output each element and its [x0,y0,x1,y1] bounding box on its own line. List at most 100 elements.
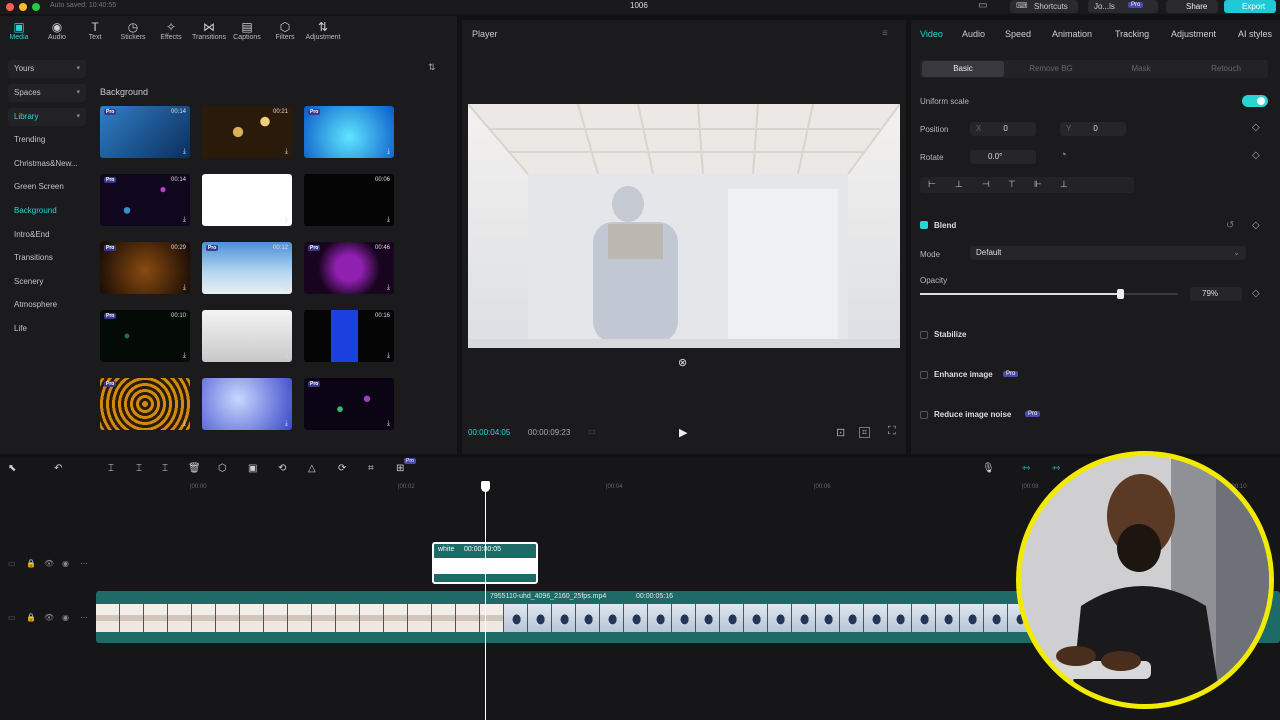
toolbar-media[interactable]: ▣ Media [0,20,38,41]
eye-icon[interactable]: 👁 [44,613,54,622]
playhead[interactable] [485,488,486,720]
background-thumbnail[interactable]: Pro 00:46 ⤓ [304,242,394,294]
download-icon[interactable]: ⤓ [285,420,288,428]
background-thumbnail[interactable]: ⤓ [202,174,292,226]
background-thumbnail[interactable]: 00:06 ⤓ [304,174,394,226]
sidebar-item-scenery[interactable]: Scenery [8,273,86,291]
background-thumbnail[interactable]: Pro 00:14 ⤓ [100,106,190,158]
menu-icon[interactable]: ≡ [882,28,888,39]
toolbar-filters[interactable]: ⬡ Filters [266,20,304,41]
toolbar-transitions[interactable]: ⋈ Transitions [190,20,228,41]
align-top-icon[interactable]: ⊤ [1008,179,1016,190]
zoom-window-button[interactable] [32,3,40,11]
align-right-icon[interactable]: ⊣ [982,179,990,190]
layout-icon[interactable]: ▭ [978,0,987,11]
keyframe-position-icon[interactable]: ◇ [1252,122,1260,133]
ratio-icon[interactable]: ⌗ [859,427,871,438]
keyframe-rotate-icon[interactable]: ◇ [1252,150,1260,161]
close-window-button[interactable] [6,3,14,11]
download-icon[interactable]: ⤓ [285,284,288,292]
sidebar-item-background[interactable]: Background [8,202,86,220]
link-icon[interactable]: ⇿ [1052,463,1060,474]
playhead-handle[interactable] [481,481,490,492]
download-icon[interactable]: ⤓ [183,420,186,428]
lock-icon[interactable]: 🔒 [26,613,36,622]
tab-video[interactable]: Video [920,29,943,39]
sidebar-item-library[interactable]: Library ▾ [8,108,86,126]
sidebar-item-spaces[interactable]: Spaces ▾ [8,84,86,102]
shortcuts-button[interactable]: ⌨ Shortcuts [1010,0,1078,13]
background-thumbnail[interactable]: Pro 00:14 ⤓ [100,174,190,226]
toolbar-text[interactable]: T Text [76,20,114,41]
subtab-mask[interactable]: Mask [1100,61,1182,77]
toolbar-stickers[interactable]: ◷ Stickers [114,20,152,41]
align-left-icon[interactable]: ⊢ [928,179,936,190]
reverse-icon[interactable]: ⟲ [278,463,286,474]
timecode-icon[interactable]: ▭ [588,427,596,436]
toolbar-audio[interactable]: ◉ Audio [38,20,76,41]
rotate-icon[interactable]: ⟳ [338,463,346,474]
crop-icon[interactable]: ⌗ [368,463,374,474]
track-cover-icon[interactable]: ▭ [8,559,16,568]
tab-animation[interactable]: Animation [1052,29,1092,39]
download-icon[interactable]: ⤓ [387,420,390,428]
reset-icon[interactable]: ↺ [1226,220,1234,231]
select-tool-icon[interactable]: ⬉ [8,463,16,474]
play-icon[interactable]: ▶ [679,426,687,439]
opacity-field[interactable]: 79% [1190,287,1242,301]
mirror-icon[interactable]: △ [308,463,316,474]
download-icon[interactable]: ⤓ [183,284,186,292]
stabilize-checkbox[interactable] [920,331,928,339]
position-x-field[interactable]: X0 [970,122,1036,136]
download-icon[interactable]: ⤓ [285,352,288,360]
sidebar-item-life[interactable]: Life [8,320,86,338]
download-icon[interactable]: ⤓ [285,148,288,156]
export-button[interactable]: Export [1224,0,1276,13]
split-right-icon[interactable]: ⌶ [162,463,168,474]
ai-tool-icon[interactable]: ⊞ [396,463,404,474]
background-thumbnail[interactable]: Pro 00:10 ⤓ [100,310,190,362]
share-button[interactable]: Share [1166,0,1218,13]
opacity-slider-thumb[interactable] [1116,289,1124,299]
download-icon[interactable]: ⤓ [387,284,390,292]
more-icon[interactable]: ⋯ [80,559,88,568]
sidebar-item-atmosphere[interactable]: Atmosphere [8,296,86,314]
background-thumbnail[interactable]: ⤓ [202,310,292,362]
sidebar-item-intro-end[interactable]: Intro&End [8,226,86,244]
download-icon[interactable]: ⤓ [183,148,186,156]
toolbar-adjustment[interactable]: ⇅ Adjustment [304,20,342,41]
sort-icon[interactable]: ⇅ [428,62,436,73]
sidebar-item-trending[interactable]: Trending [8,131,86,149]
opacity-slider[interactable] [920,289,1178,299]
position-y-field[interactable]: Y0 [1060,122,1126,136]
split-icon[interactable]: ⌶ [108,463,114,474]
mode-select[interactable]: Default ⌄ [970,246,1246,260]
keyframe-opacity-icon[interactable]: ◇ [1252,288,1260,299]
mic-icon[interactable]: 🎙 [982,463,995,474]
freeze-icon[interactable]: ▣ [248,463,257,474]
split-left-icon[interactable]: ⌶ [136,463,142,474]
background-thumbnail[interactable]: Pro ⤓ [100,378,190,430]
sidebar-item-christmas-new[interactable]: Christmas&New... [8,155,86,173]
background-thumbnail[interactable]: Pro 00:12 ⤓ [202,242,292,294]
reduce-noise-checkbox[interactable] [920,411,928,419]
video-preview[interactable] [468,104,900,348]
background-thumbnail[interactable]: Pro 00:29 ⤓ [100,242,190,294]
eye-icon[interactable]: 👁 [44,559,54,568]
rotate-field[interactable]: 0.0° [970,150,1036,164]
keyframe-blend-icon[interactable]: ◇ [1252,220,1260,231]
background-thumbnail[interactable]: 00:21 ⤓ [202,106,292,158]
playhead-crosshair-icon[interactable]: ⊗ [678,356,687,369]
magnet-icon[interactable]: ⇿ [1022,463,1030,474]
audio-icon[interactable]: ◉ [62,559,69,568]
undo-icon[interactable]: ↶ [54,463,62,474]
fullscreen-icon[interactable]: ⛶ [888,425,896,438]
project-title[interactable]: 1006 [630,1,648,10]
toolbar-captions[interactable]: ▤ Captions [228,20,266,41]
tab-tracking[interactable]: Tracking [1115,29,1149,39]
blend-checkbox[interactable] [920,221,928,229]
delete-icon[interactable]: 🗑 [188,463,201,474]
tab-ai-styles[interactable]: AI styles [1238,29,1272,39]
marker-icon[interactable]: ⬡ [218,463,227,474]
download-icon[interactable]: ⤓ [183,216,186,224]
